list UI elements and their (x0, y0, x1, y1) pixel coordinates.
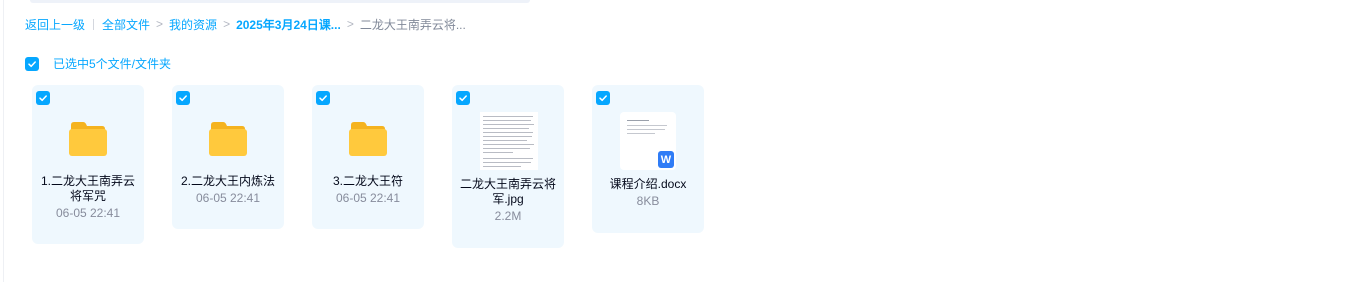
breadcrumb-current: 二龙大王南弄云将... (359, 17, 466, 32)
chevron-right-icon: > (346, 17, 354, 31)
chevron-right-icon: > (223, 17, 231, 31)
image-file-card[interactable]: 二龙大王南弄云将军.jpg 2.2M (452, 85, 564, 248)
folder-card[interactable]: 1.二龙大王南弄云将军咒 06-05 22:41 (32, 85, 144, 244)
item-meta: 06-05 22:41 (195, 191, 261, 205)
item-meta: 06-05 22:41 (335, 191, 401, 205)
folder-card[interactable]: 3.二龙大王符 06-05 22:41 (312, 85, 424, 229)
item-name: 课程介绍.docx (609, 177, 687, 191)
folder-icon (349, 122, 387, 156)
breadcrumb-divider (93, 18, 95, 30)
select-all-row: 已选中5个文件/文件夹 (25, 55, 171, 72)
item-meta: 2.2M (494, 209, 522, 223)
check-icon (28, 60, 36, 67)
item-name: 二龙大王南弄云将军.jpg (459, 177, 556, 206)
item-checkbox[interactable] (596, 91, 610, 105)
check-icon (599, 95, 607, 102)
item-name: 1.二龙大王南弄云将军咒 (40, 174, 135, 203)
item-name: 2.二龙大王内炼法 (180, 174, 275, 188)
item-checkbox[interactable] (36, 91, 50, 105)
word-doc-icon: W (658, 151, 674, 168)
check-icon (319, 95, 327, 102)
folder-icon (209, 122, 247, 156)
breadcrumb-my-resources[interactable]: 我的资源 (169, 16, 217, 33)
chevron-right-icon: > (156, 17, 164, 31)
item-checkbox[interactable] (316, 91, 330, 105)
check-icon (459, 95, 467, 102)
breadcrumb: 返回上一级 全部文件 > 我的资源 > 2025年3月24日课... > 二龙大… (25, 16, 466, 32)
folder-icon (69, 122, 107, 156)
selection-count-label: 已选中5个文件/文件夹 (53, 57, 172, 71)
search-bar-edge (30, 0, 530, 3)
left-border (3, 0, 4, 282)
item-meta: 8KB (636, 194, 660, 208)
image-thumbnail (480, 112, 538, 170)
doc-file-card[interactable]: W 课程介绍.docx 8KB (592, 85, 704, 233)
breadcrumb-all-files[interactable]: 全部文件 (102, 16, 150, 33)
check-icon (179, 95, 187, 102)
breadcrumb-course-folder[interactable]: 2025年3月24日课... (236, 16, 341, 33)
back-link[interactable]: 返回上一级 (25, 16, 85, 33)
folder-card[interactable]: 2.二龙大王内炼法 06-05 22:41 (172, 85, 284, 229)
select-all-checkbox[interactable] (25, 56, 39, 71)
item-checkbox[interactable] (176, 91, 190, 105)
item-checkbox[interactable] (456, 91, 470, 105)
item-name: 3.二龙大王符 (332, 174, 403, 188)
check-icon (39, 95, 47, 102)
item-meta: 06-05 22:41 (55, 206, 121, 220)
